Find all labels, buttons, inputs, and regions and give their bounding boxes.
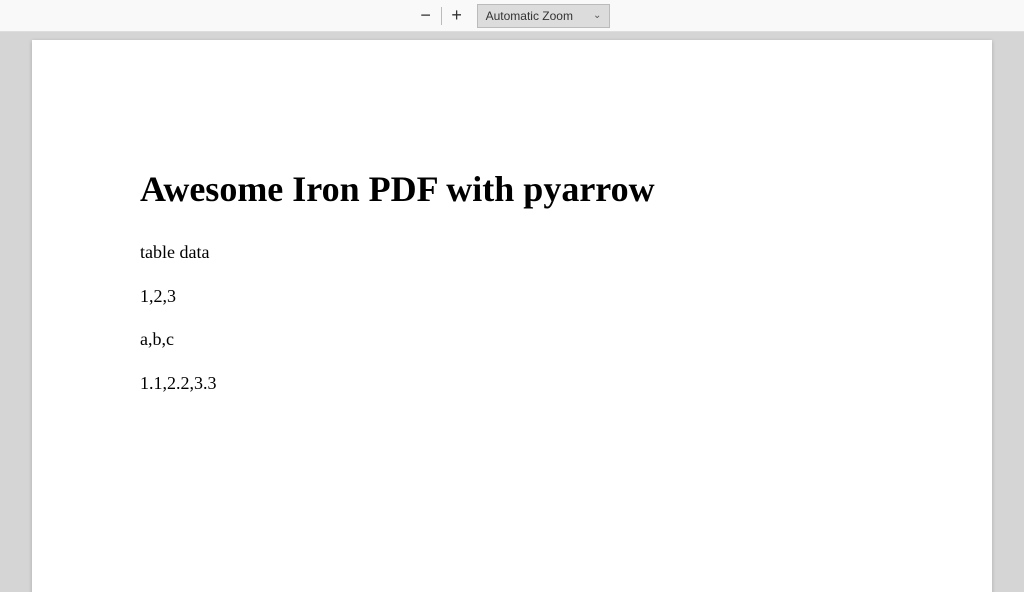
pdf-toolbar: − + Automatic Zoom ⌄	[0, 0, 1024, 32]
pdf-page: Awesome Iron PDF with pyarrow table data…	[32, 40, 992, 592]
zoom-controls: − + Automatic Zoom ⌄	[414, 4, 611, 28]
zoom-level-label: Automatic Zoom	[486, 9, 573, 23]
toolbar-divider	[441, 7, 442, 25]
chevron-down-icon: ⌄	[593, 10, 601, 21]
zoom-out-button[interactable]: −	[414, 4, 438, 28]
zoom-in-button[interactable]: +	[445, 4, 469, 28]
paragraph: a,b,c	[140, 329, 884, 351]
paragraph: table data	[140, 242, 884, 264]
zoom-level-select[interactable]: Automatic Zoom ⌄	[477, 4, 611, 28]
minus-icon: −	[420, 5, 431, 26]
pdf-viewer-area: Awesome Iron PDF with pyarrow table data…	[0, 32, 1024, 592]
plus-icon: +	[451, 5, 462, 26]
paragraph: 1.1,2.2,3.3	[140, 373, 884, 395]
page-title: Awesome Iron PDF with pyarrow	[140, 168, 884, 210]
paragraph: 1,2,3	[140, 286, 884, 308]
